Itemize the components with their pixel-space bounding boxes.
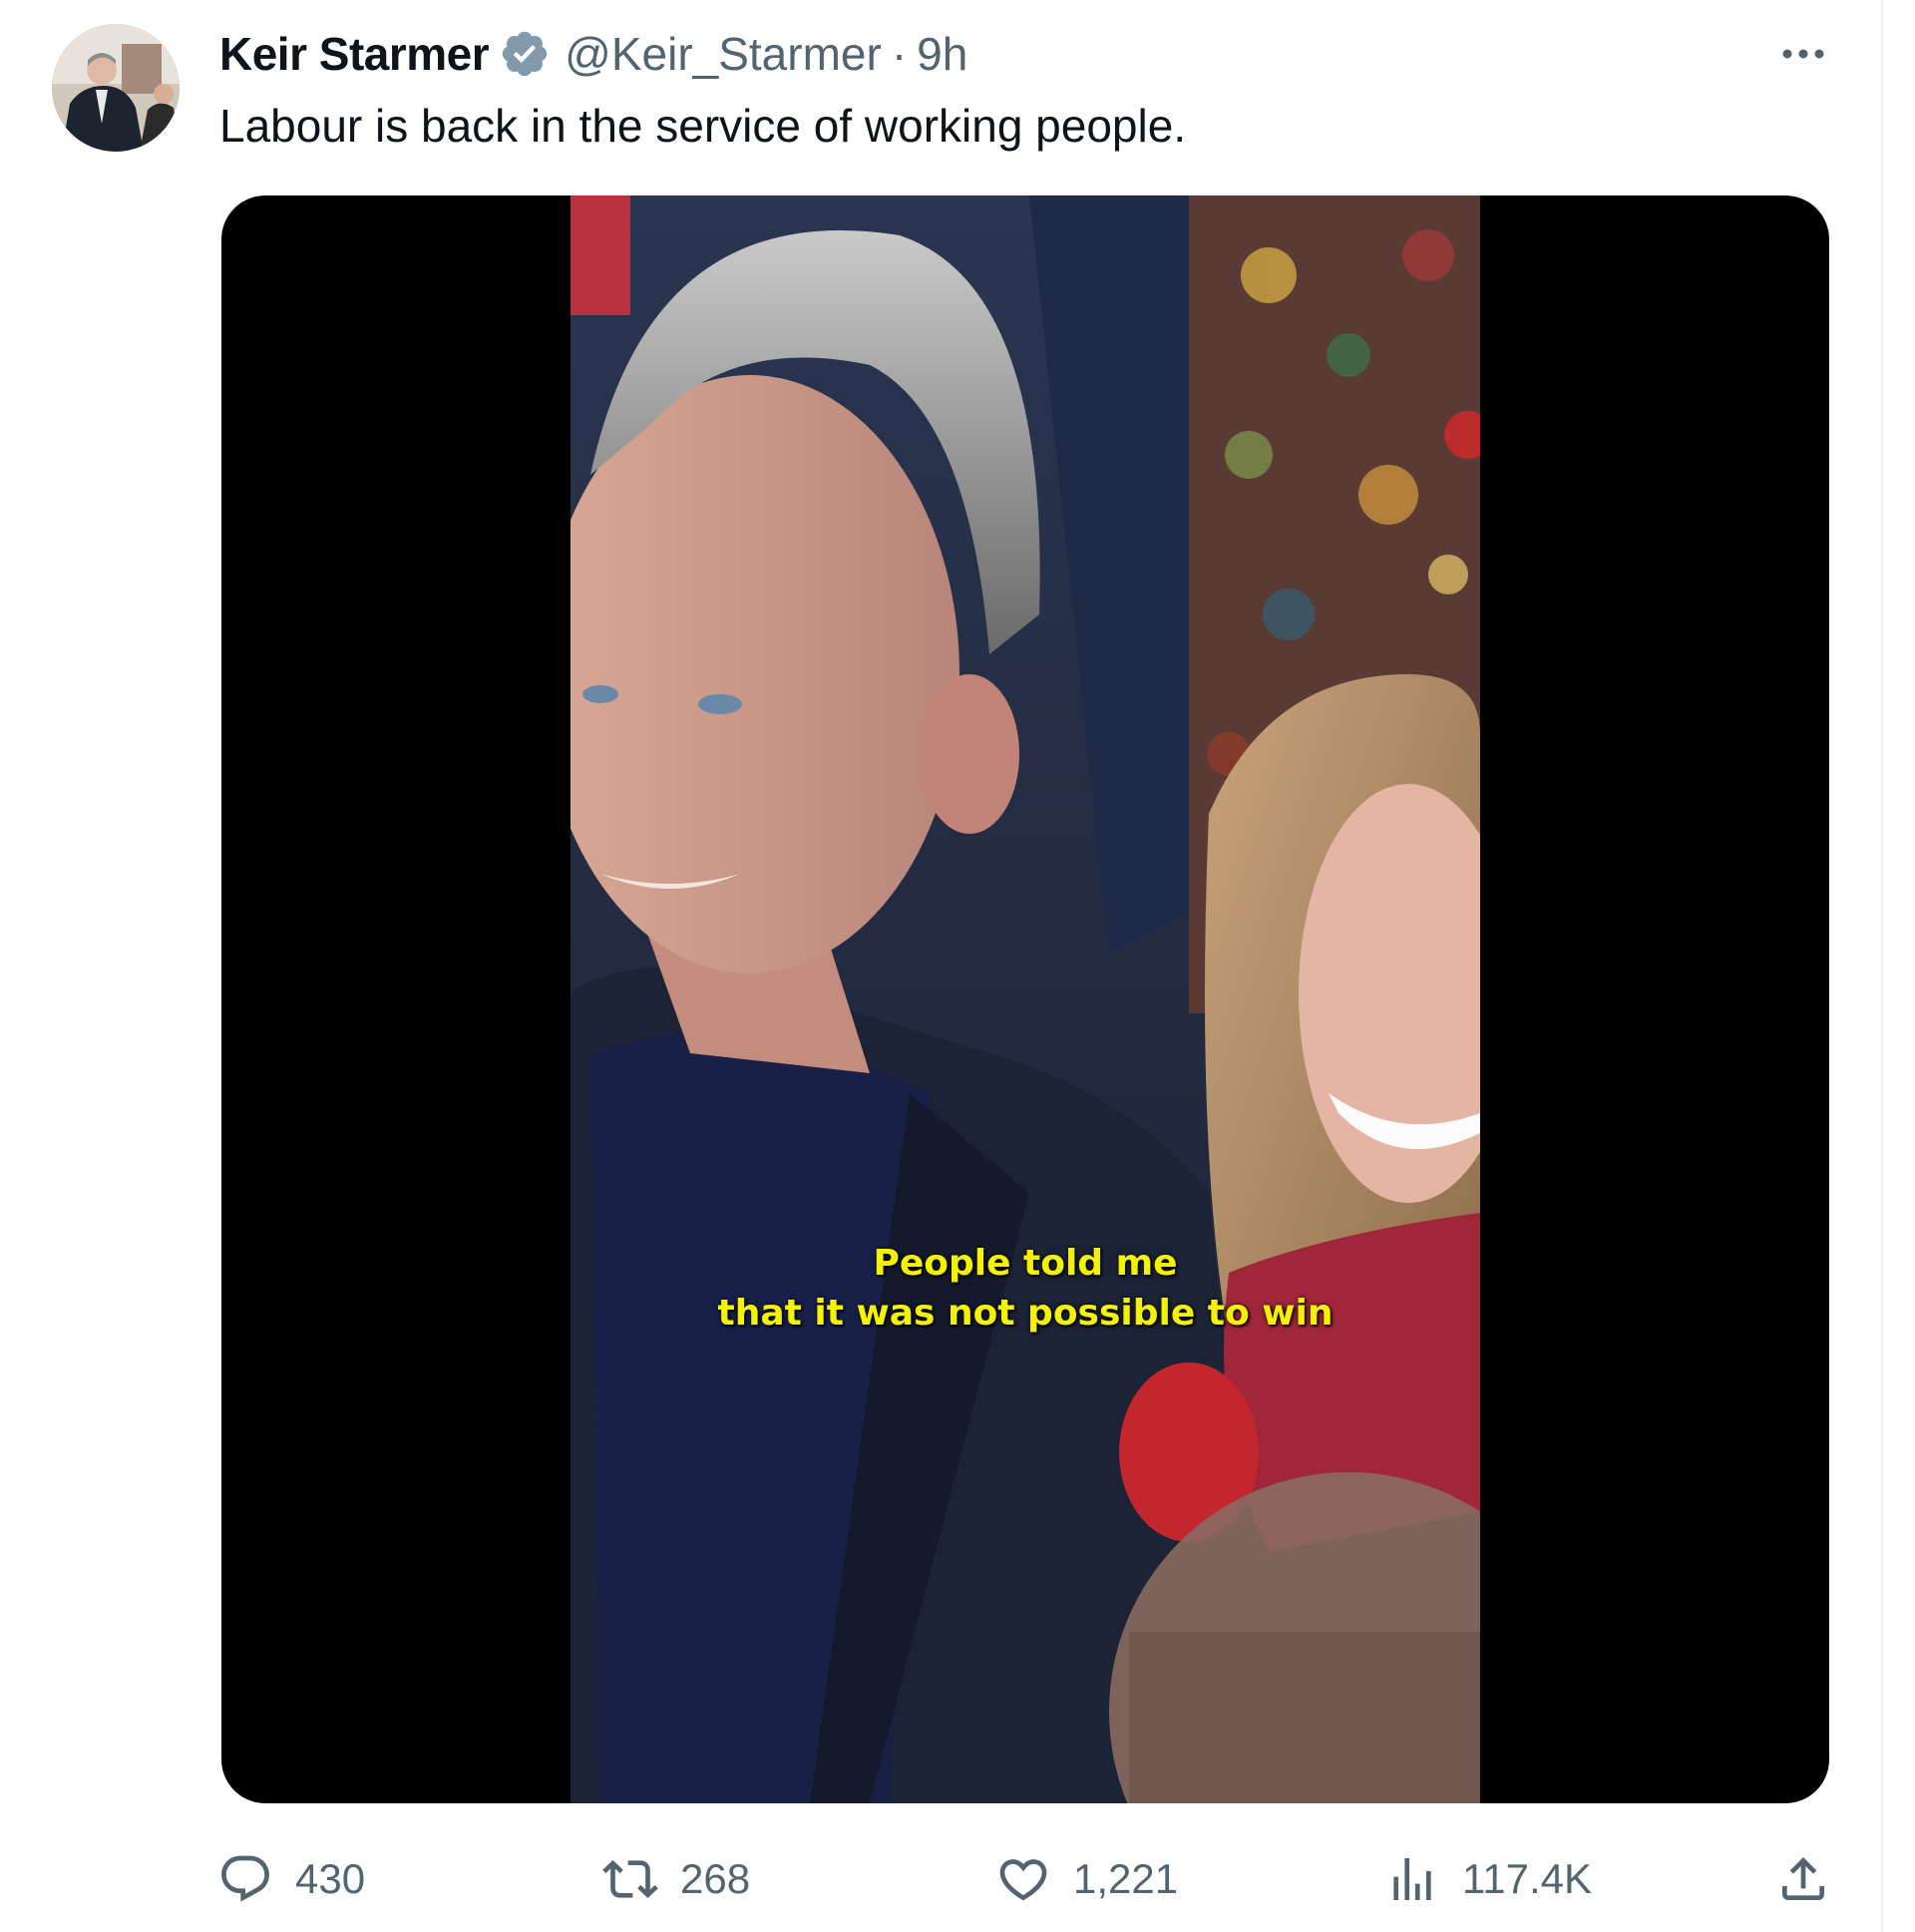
like-button[interactable]: 1,221 [995, 1847, 1178, 1911]
author-handle[interactable]: @Keir_Starmer [565, 27, 882, 81]
repost-button[interactable]: 268 [602, 1847, 750, 1911]
reply-count: 430 [295, 1855, 366, 1902]
tweet-text: Labour is back in the service of working… [219, 100, 1187, 152]
like-count: 1,221 [1073, 1855, 1179, 1902]
avatar-image [52, 24, 180, 152]
video-caption: People told me that it was not possible … [571, 1239, 1480, 1339]
reply-button[interactable]: 430 [217, 1847, 365, 1911]
reply-icon [221, 1855, 269, 1902]
tweet-header: Keir Starmer @Keir_Starmer · 9h [219, 22, 967, 86]
share-button[interactable] [1775, 1847, 1853, 1911]
avatar[interactable] [52, 24, 180, 152]
more-options-icon[interactable] [1775, 34, 1831, 74]
caption-line-2: that it was not possible to win [717, 1293, 1334, 1334]
verified-badge-icon[interactable] [499, 28, 551, 80]
views-chart-icon [1393, 1858, 1431, 1900]
video-still-image [571, 195, 1480, 1803]
tweet-actions: 430 268 1,221 117.4K [0, 1847, 1883, 1911]
tweet-timestamp[interactable]: 9h [917, 27, 967, 81]
caption-line-1: People told me [873, 1243, 1178, 1284]
tweet-media-video[interactable]: People told me that it was not possible … [221, 195, 1829, 1803]
video-frame: People told me that it was not possible … [571, 195, 1480, 1803]
separator-dot: · [891, 28, 908, 80]
repost-count: 268 [680, 1855, 751, 1902]
repost-icon [602, 1860, 658, 1898]
author-display-name[interactable]: Keir Starmer [219, 27, 490, 81]
share-icon [1782, 1857, 1824, 1900]
tweet: Keir Starmer @Keir_Starmer · 9h Labour i… [0, 0, 1883, 1932]
views-button[interactable]: 117.4K [1384, 1847, 1592, 1911]
heart-icon [999, 1859, 1047, 1901]
views-count: 117.4K [1462, 1855, 1592, 1902]
